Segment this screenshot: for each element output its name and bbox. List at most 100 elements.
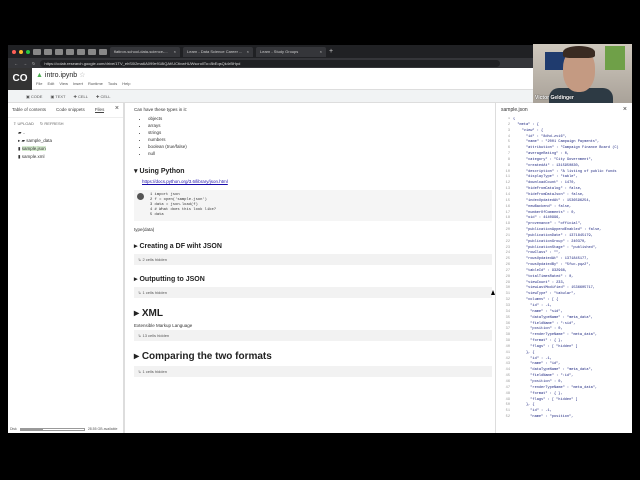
label: Comparing the two formats: [141, 351, 272, 362]
menu-help[interactable]: Help: [122, 81, 130, 86]
line-text: "tableId" : 932968,: [513, 268, 567, 273]
line-text: "format" : { },: [513, 391, 563, 396]
line-text: "id" : -1,: [513, 409, 552, 414]
list-item: arrays: [148, 122, 493, 129]
line-text: "format" : { },: [513, 339, 563, 344]
line-text: "publicationDate" : 1371845179,: [513, 233, 593, 238]
add-text-button[interactable]: ▣ TEXT: [50, 94, 65, 99]
pinned-tab[interactable]: [55, 48, 63, 55]
notebook-title[interactable]: intro.ipynb: [45, 72, 77, 79]
code-editor[interactable]: 1 import json 2 f = open('sample.json') …: [150, 193, 216, 218]
browser-tab[interactable]: Learn - Data Science Career ... ×: [183, 46, 253, 57]
minimize-window-button[interactable]: [19, 49, 23, 54]
list-item: strings: [148, 129, 493, 136]
close-icon[interactable]: ×: [623, 106, 627, 113]
run-cell-button[interactable]: [137, 193, 144, 200]
poster: [605, 46, 625, 70]
line-text: "createdAt" : 1315950830,: [513, 163, 580, 168]
pinned-tab[interactable]: [66, 48, 74, 55]
pinned-tab[interactable]: [77, 48, 85, 55]
section-heading[interactable]: ▸ Comparing the two formats: [134, 351, 493, 362]
file-item-sample-json[interactable]: ▮ sample.json: [8, 145, 123, 153]
docs-link[interactable]: https://docs.python.org/3.6/library/json…: [142, 179, 493, 184]
line-text: "position" : 0,: [513, 327, 563, 332]
line-text: "name" : "sid",: [513, 309, 563, 314]
person-hair: [563, 46, 595, 58]
line-text: "id" : -1,: [513, 356, 552, 361]
menu-view[interactable]: View: [59, 81, 68, 86]
add-code-button[interactable]: ▣ CODE: [26, 94, 42, 99]
line-text: "publicationGroup" : 240370,: [513, 239, 587, 244]
line-text: "downloadCount" : 1470,: [513, 181, 576, 186]
file-viewer: sample.json × 1{2 "meta" : {3 "view" : {4…: [495, 103, 632, 433]
file-item-parent[interactable]: ▰ ..: [8, 129, 123, 137]
upload-button[interactable]: ⇪ UPLOAD: [13, 121, 34, 126]
hidden-cells[interactable]: ↳ 13 cells hidden: [134, 330, 492, 341]
url-input[interactable]: https://colab.research.google.com/drive/…: [40, 59, 501, 67]
close-icon[interactable]: ×: [247, 49, 249, 54]
reload-icon[interactable]: ↻: [32, 61, 35, 66]
menu-tools[interactable]: Tools: [108, 81, 117, 86]
line-text: "flags" : [ "hidden" ]: [513, 397, 578, 402]
menu-insert[interactable]: Insert: [73, 81, 83, 86]
colab-logo[interactable]: CO: [8, 67, 32, 90]
line-text: "fieldName" : ":id",: [513, 374, 574, 379]
forward-icon[interactable]: →: [23, 61, 27, 66]
line-text: "description" : "A listing of public fun…: [513, 169, 617, 174]
hidden-cells[interactable]: ↳ 2 cells hidden: [134, 254, 492, 265]
json-content[interactable]: 1{2 "meta" : {3 "view" : {4 "id" : "8dhd…: [499, 117, 629, 427]
close-icon[interactable]: ×: [320, 49, 322, 54]
webcam-overlay: Victor Geldinger: [533, 44, 632, 103]
new-tab-button[interactable]: +: [329, 48, 333, 55]
hidden-cells[interactable]: ↳ 1 cells hidden: [134, 287, 492, 298]
line-text: "hideFromDataJson" : false,: [513, 192, 585, 197]
label: CELL: [100, 93, 111, 99]
section-heading[interactable]: ▸ XML: [134, 308, 493, 319]
line-text: "name" : "position",: [513, 415, 574, 420]
tab-files[interactable]: Files: [94, 107, 105, 113]
line-text: "position" : 0,: [513, 379, 563, 384]
move-cell-up-button[interactable]: ✚ CELL: [74, 94, 88, 99]
file-item-sample-data[interactable]: ▸ ▰ sample_data: [8, 137, 123, 145]
star-icon[interactable]: ☆: [79, 72, 85, 79]
tab-table-of-contents[interactable]: Table of contents: [12, 107, 46, 113]
browser-tab[interactable]: Learn - Study Groups ×: [256, 46, 326, 57]
browser-window: flatiron-school-data-science-... × Learn …: [8, 45, 632, 433]
close-icon[interactable]: ×: [115, 105, 119, 113]
pinned-tab[interactable]: [33, 48, 41, 55]
maximize-window-button[interactable]: [26, 49, 30, 54]
code-cell[interactable]: 1 import json 2 f = open('sample.json') …: [134, 190, 492, 221]
line-text: "provenance" : "official",: [513, 222, 583, 227]
pinned-tab[interactable]: [44, 48, 52, 55]
pinned-tab[interactable]: [99, 48, 107, 55]
label: sample.xml: [21, 154, 45, 159]
line-text: }, {: [513, 403, 535, 408]
move-cell-down-button[interactable]: ✚ CELL: [96, 94, 110, 99]
back-icon[interactable]: ←: [14, 61, 18, 66]
menu-runtime[interactable]: Runtime: [88, 81, 103, 86]
line-text: "rowsUpdatedAt" : 1371845177,: [513, 257, 589, 262]
line-text: "oid" : 4140996,: [513, 216, 561, 221]
browser-tab[interactable]: flatiron-school-data-science-... ×: [110, 46, 180, 57]
tab-code-snippets[interactable]: Code snippets: [56, 107, 85, 113]
pinned-tab[interactable]: [88, 48, 96, 55]
section-heading[interactable]: ▾ Using Python: [134, 167, 493, 175]
refresh-button[interactable]: ↻ REFRESH: [40, 121, 64, 126]
hidden-cells[interactable]: ↳ 1 cells hidden: [134, 366, 492, 377]
section-heading[interactable]: ▸ Outputting to JSON: [134, 275, 493, 283]
section-heading[interactable]: ▸ Creating a DF wiht JSON: [134, 242, 493, 250]
line-text: "hideFromCatalog" : false,: [513, 187, 583, 192]
label: Using Python: [139, 168, 185, 175]
list-item: null: [148, 150, 493, 157]
menu-file[interactable]: File: [36, 81, 42, 86]
line-text: "rowClass" : "",: [513, 251, 561, 256]
menu-edit[interactable]: Edit: [47, 81, 54, 86]
viewer-title: sample.json: [501, 107, 528, 113]
tab-label: flatiron-school-data-science-...: [114, 49, 168, 54]
close-icon[interactable]: ×: [174, 49, 176, 54]
close-window-button[interactable]: [12, 49, 16, 54]
file-item-sample-xml[interactable]: ▮ sample.xml: [8, 153, 123, 161]
label: XML: [141, 308, 163, 319]
disk-usage-bar: [19, 427, 85, 431]
disk-usage-fill: [20, 428, 43, 430]
